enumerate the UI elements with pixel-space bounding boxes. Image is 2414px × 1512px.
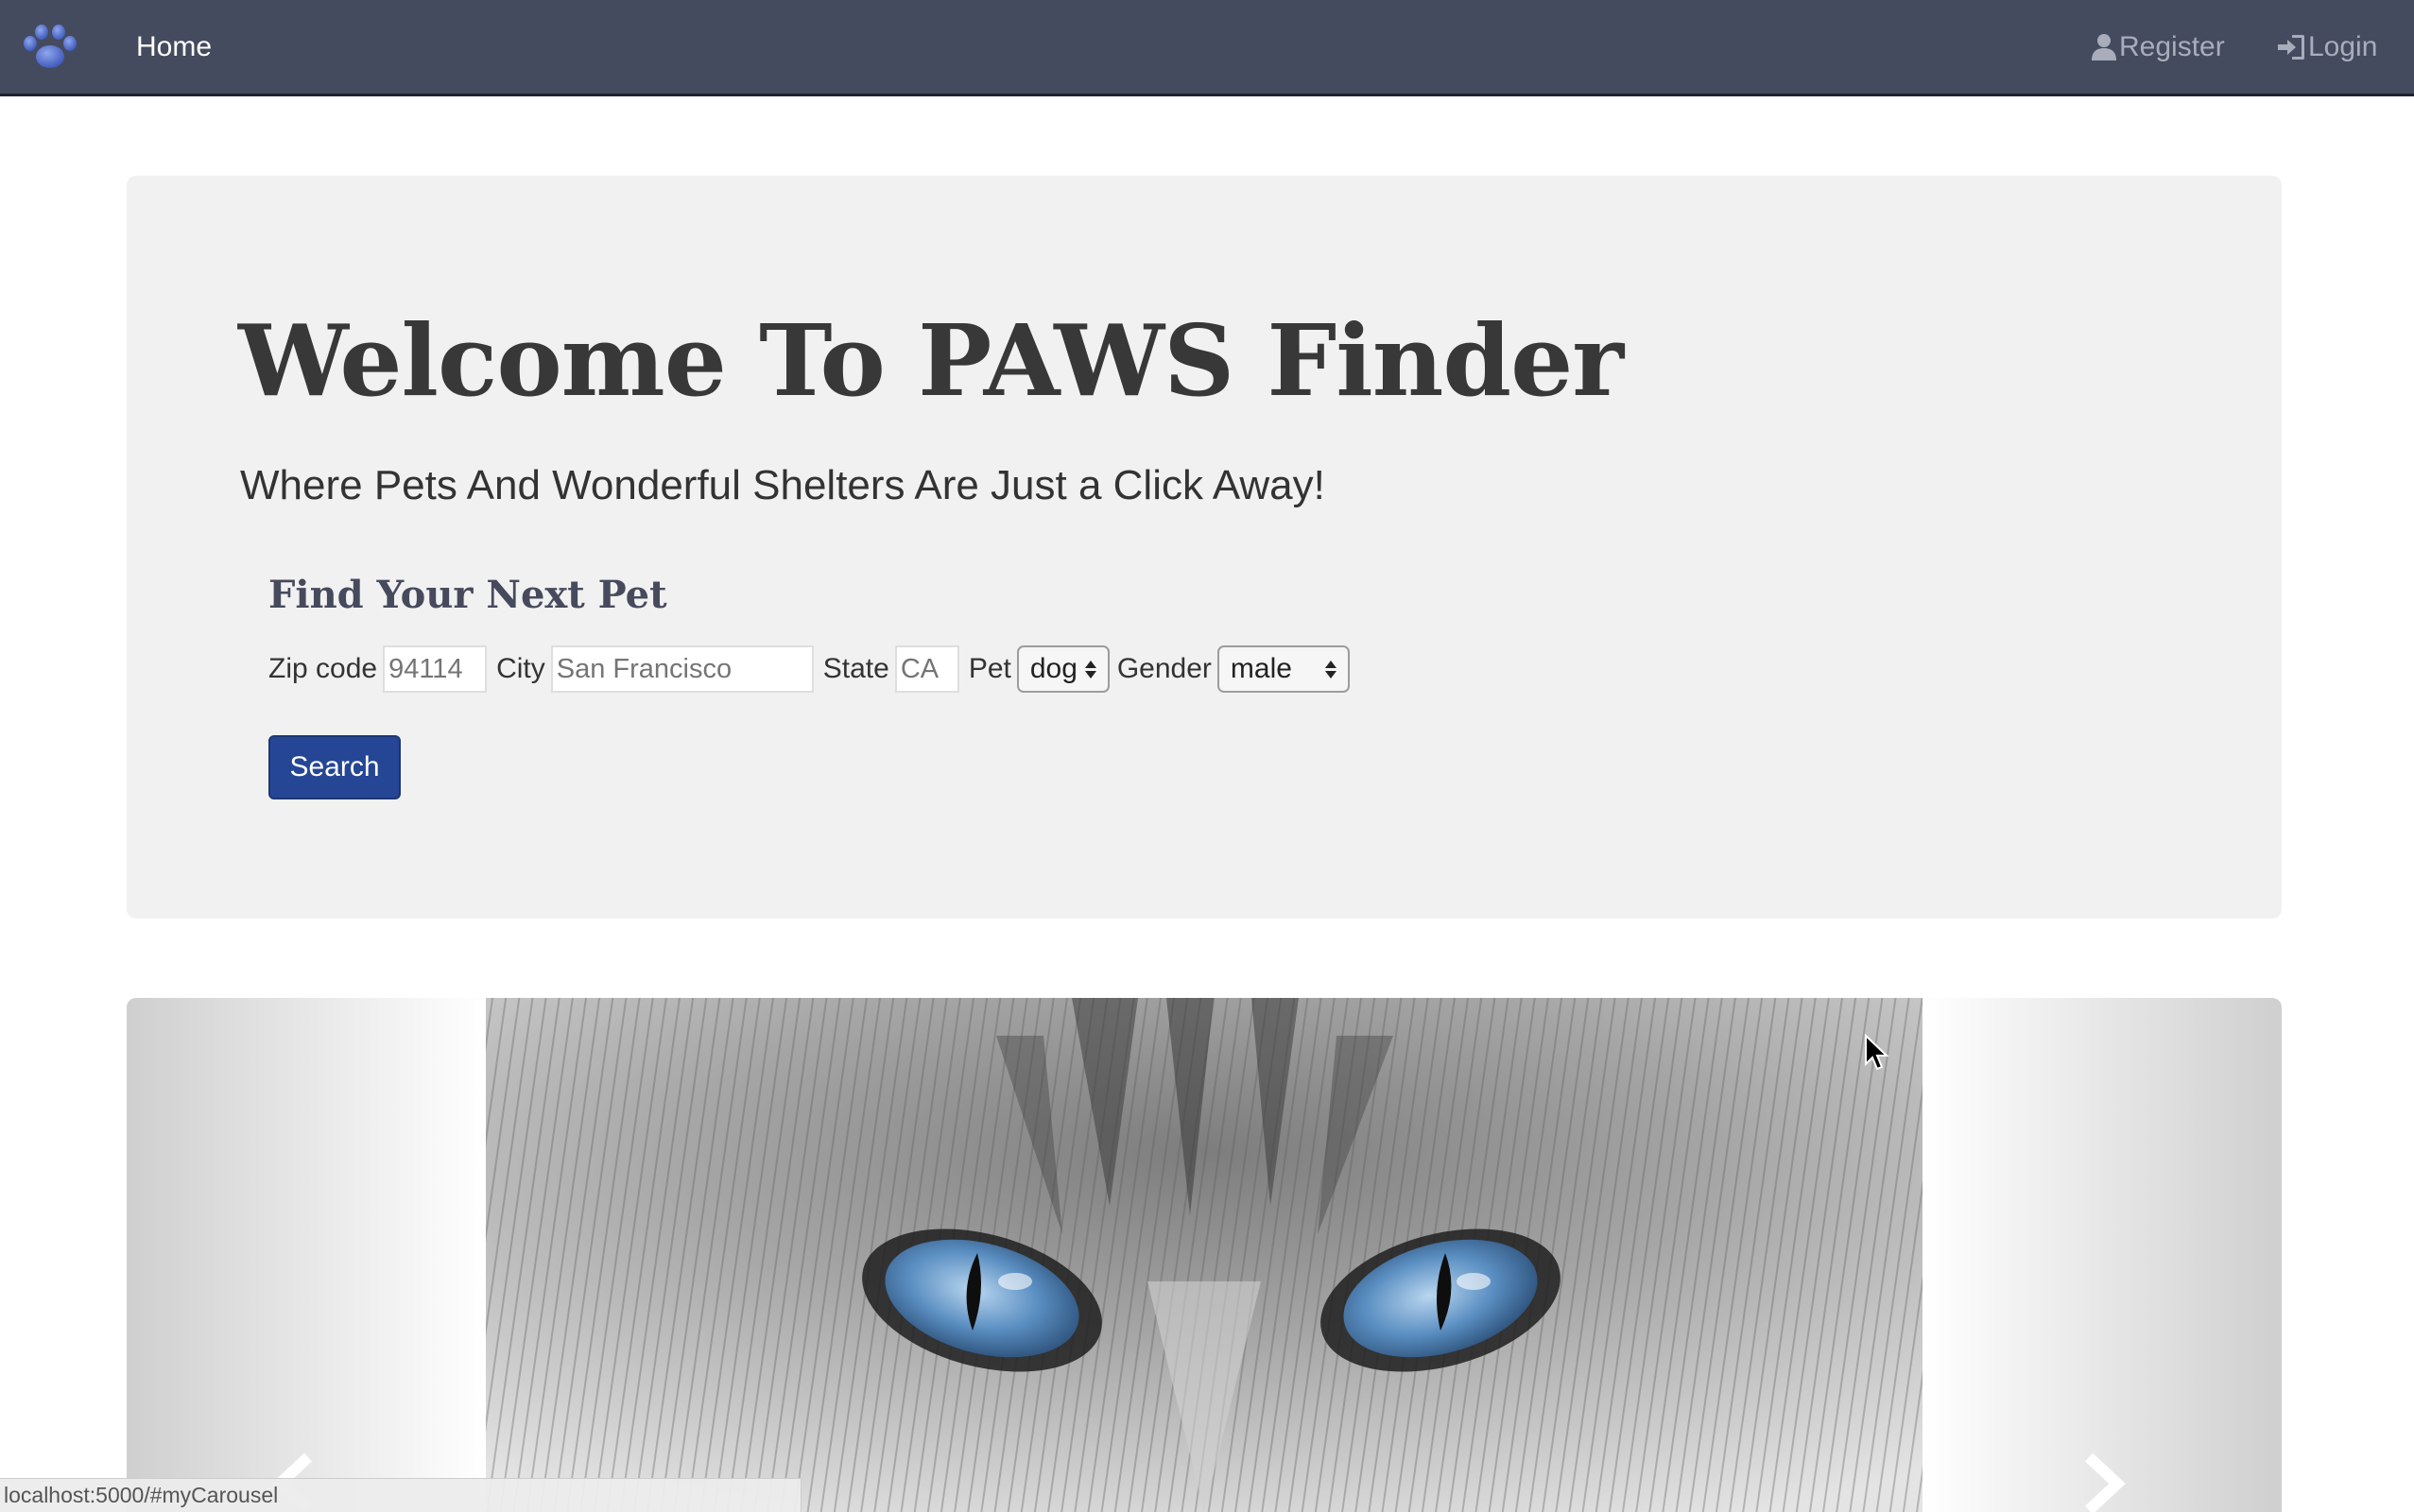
city-input[interactable] — [550, 645, 814, 693]
carousel-cat-image — [486, 998, 1923, 1512]
user-icon — [2092, 34, 2116, 60]
top-navbar: Home Register Login — [0, 0, 2414, 96]
nav-home-link[interactable]: Home — [136, 28, 212, 66]
state-input[interactable] — [894, 645, 959, 693]
register-label: Register — [2119, 31, 2225, 62]
gender-label: Gender — [1116, 653, 1212, 684]
gender-select[interactable]: male — [1216, 645, 1350, 693]
login-icon — [2278, 35, 2304, 60]
page-title: Welcome To PAWS Finder — [238, 302, 1624, 419]
mouse-cursor-icon — [1865, 1034, 1888, 1071]
pet-search-form: Zip code City State Pet dog Gender male — [268, 644, 1357, 694]
hero-jumbotron: Welcome To PAWS Finder Where Pets And Wo… — [127, 176, 2282, 919]
paw-icon[interactable] — [19, 23, 81, 74]
carousel-next-icon[interactable] — [2074, 1453, 2130, 1512]
login-label: Login — [2308, 31, 2378, 62]
nav-login-link[interactable]: Login — [2276, 28, 2377, 66]
select-arrows-icon — [1324, 660, 1336, 679]
search-heading: Find Your Next Pet — [268, 573, 667, 617]
image-carousel — [127, 998, 2282, 1512]
gender-select-value: male — [1230, 653, 1292, 684]
page-subtitle: Where Pets And Wonderful Shelters Are Ju… — [240, 462, 1325, 508]
pet-label: Pet — [968, 653, 1011, 684]
pet-select[interactable]: dog — [1016, 645, 1110, 693]
zip-input[interactable] — [383, 645, 488, 693]
search-button[interactable]: Search — [268, 735, 401, 799]
cat-photo-illustration — [486, 998, 1923, 1512]
carousel-left-fade — [127, 998, 486, 1512]
select-arrows-icon — [1084, 660, 1096, 679]
state-label: State — [822, 653, 889, 684]
city-label: City — [496, 653, 545, 684]
pet-select-value: dog — [1029, 653, 1078, 684]
browser-status-bar: localhost:5000/#myCarousel — [0, 1478, 802, 1512]
nav-register-link[interactable]: Register — [2091, 28, 2225, 66]
zip-label: Zip code — [268, 653, 378, 684]
carousel-right-fade — [1923, 998, 2282, 1512]
